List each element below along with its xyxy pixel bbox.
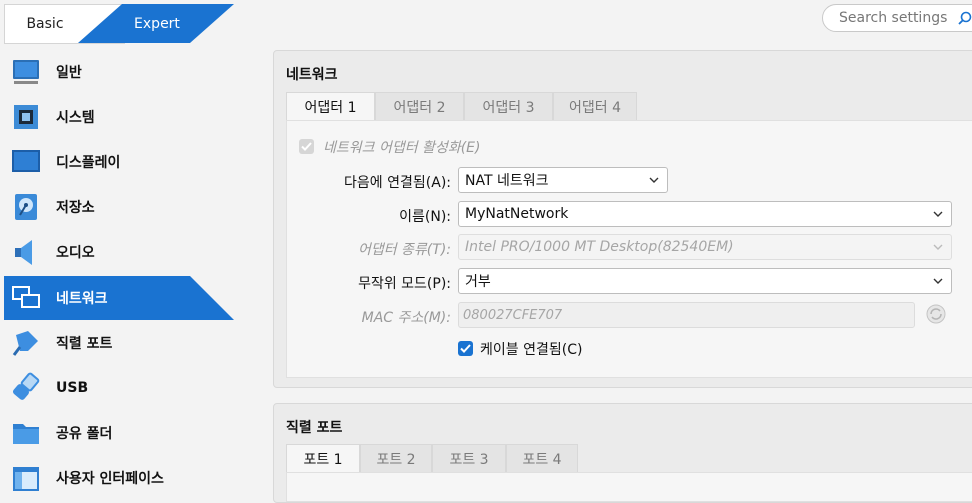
chevron-down-icon: [933, 244, 943, 250]
page-title: 네트워크: [286, 67, 338, 83]
usb-icon: [13, 372, 40, 400]
serial-tab-content: [286, 472, 972, 502]
refresh-mac-icon[interactable]: [925, 303, 947, 325]
serial-ports-panel: 직렬 포트 포트 1 포트 2 포트 3 포트 4: [273, 403, 972, 503]
enable-adapter-checkbox[interactable]: [299, 139, 314, 154]
checkmark-icon: [460, 344, 471, 353]
section-title: 직렬 포트: [286, 420, 343, 436]
sidebar-item-storage[interactable]: 저장소: [4, 185, 234, 229]
disk-icon: [15, 194, 37, 220]
expert-mode-label[interactable]: Expert: [118, 4, 196, 43]
settings-sidebar: 일반 시스템 디스플레이 저장소 오디오 네트워크 직렬 포트 USB 공유 폴…: [0, 44, 234, 491]
enable-adapter-label: 네트워크 어댑터 활성화(E): [323, 140, 481, 156]
tab-adapter-1[interactable]: 어댑터 1: [286, 92, 375, 120]
network-name-select[interactable]: MyNatNetwork: [458, 201, 952, 227]
sidebar-item-label: 디스플레이: [56, 155, 121, 171]
tab-adapter-3[interactable]: 어댑터 3: [464, 92, 553, 120]
attached-to-label: 다음에 연결됨(A):: [344, 175, 451, 191]
network-panel: 네트워크 어댑터 1 어댑터 2 어댑터 3 어댑터 4 네트워크 어댑터 활성…: [273, 50, 972, 388]
sidebar-item-shared-folders[interactable]: 공유 폴더: [4, 411, 234, 455]
chevron-down-icon: [933, 211, 943, 217]
mode-bar: Basic Expert: [0, 0, 972, 44]
network-name-value: MyNatNetwork: [465, 206, 569, 222]
sidebar-item-usb[interactable]: USB: [4, 366, 234, 410]
tab-port-1[interactable]: 포트 1: [286, 444, 360, 472]
search-icon[interactable]: [957, 10, 972, 26]
folder-icon: [13, 424, 39, 444]
mac-address-field[interactable]: 080027CFE707: [458, 302, 915, 328]
attached-to-value: NAT 네트워크: [465, 173, 549, 189]
promiscuous-mode-select[interactable]: 거부: [458, 268, 952, 294]
sidebar-item-system[interactable]: 시스템: [4, 95, 234, 139]
adapter-tab-content: 네트워크 어댑터 활성화(E) 다음에 연결됨(A): NAT 네트워크 이름(…: [286, 120, 972, 378]
promiscuous-mode-value: 거부: [465, 274, 491, 290]
attached-to-select[interactable]: NAT 네트워크: [458, 167, 668, 193]
sidebar-item-label: 오디오: [56, 245, 95, 261]
cable-connected-checkbox[interactable]: [458, 341, 473, 356]
adapter-type-label: 어댑터 종류(T):: [357, 242, 451, 258]
sidebar-item-label: 직렬 포트: [56, 336, 113, 352]
sidebar-item-user-interface[interactable]: 사용자 인터페이스: [4, 456, 234, 500]
monitor-icon: [13, 60, 39, 84]
mac-address-label: MAC 주소(M):: [361, 310, 451, 326]
sidebar-item-label: 네트워크: [56, 291, 108, 307]
chevron-down-icon: [933, 278, 943, 284]
sidebar-item-network[interactable]: 네트워크: [4, 276, 234, 320]
sidebar-item-label: USB: [56, 380, 89, 396]
chip-icon: [14, 105, 38, 129]
network-icon: [12, 286, 40, 308]
search-box[interactable]: [822, 4, 972, 32]
serial-port-icon: [12, 331, 38, 356]
name-label: 이름(N):: [399, 209, 451, 225]
display-icon: [12, 150, 40, 172]
tab-adapter-4[interactable]: 어댑터 4: [553, 92, 637, 120]
tab-port-3[interactable]: 포트 3: [432, 444, 506, 472]
search-input[interactable]: [837, 9, 951, 27]
promiscuous-mode-label: 무작위 모드(P):: [358, 276, 451, 292]
adapter-type-value: Intel PRO/1000 MT Desktop(82540EM): [465, 239, 734, 255]
cable-connected-label: 케이블 연결됨(C): [480, 342, 583, 358]
sidebar-item-label: 시스템: [56, 110, 95, 126]
sidebar-item-label: 일반: [56, 65, 82, 81]
sidebar-item-general[interactable]: 일반: [4, 50, 234, 94]
sidebar-item-serial-ports[interactable]: 직렬 포트: [4, 321, 234, 365]
sidebar-item-label: 공유 폴더: [56, 426, 113, 442]
mac-address-value: 080027CFE707: [463, 307, 563, 323]
adapter-type-select[interactable]: Intel PRO/1000 MT Desktop(82540EM): [458, 234, 952, 260]
tab-port-4[interactable]: 포트 4: [506, 444, 578, 472]
chevron-down-icon: [649, 177, 659, 183]
tab-adapter-2[interactable]: 어댑터 2: [375, 92, 464, 120]
basic-mode-label: Basic: [26, 16, 64, 32]
sidebar-item-label: 사용자 인터페이스: [56, 471, 164, 487]
speaker-icon: [15, 240, 32, 265]
sidebar-item-display[interactable]: 디스플레이: [4, 140, 234, 184]
checkmark-icon: [301, 142, 312, 151]
tab-port-2[interactable]: 포트 2: [360, 444, 432, 472]
sidebar-item-label: 저장소: [56, 200, 95, 216]
ui-window-icon: [13, 467, 39, 491]
sidebar-item-audio[interactable]: 오디오: [4, 230, 234, 274]
